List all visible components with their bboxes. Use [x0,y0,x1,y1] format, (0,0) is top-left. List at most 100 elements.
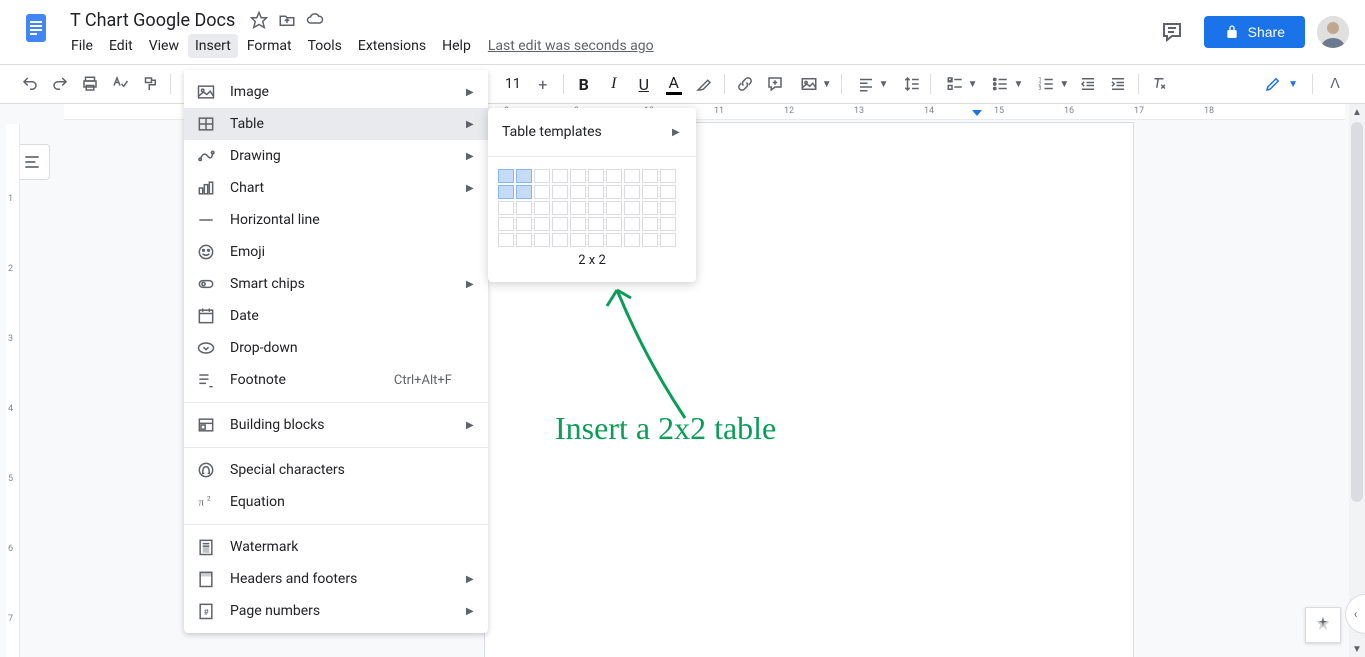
grid-cell[interactable] [552,185,568,199]
insert-headers-and-footers[interactable]: Headers and footers▶ [184,563,488,595]
menu-edit[interactable]: Edit [102,34,140,58]
numbered-list-button[interactable]: 123▼ [1028,72,1072,96]
menu-view[interactable]: View [142,34,186,58]
docs-logo[interactable] [16,8,56,48]
decrease-indent-button[interactable] [1074,70,1102,98]
grid-cell[interactable] [642,217,658,231]
insert-image-button[interactable]: ▼ [791,72,835,96]
align-button[interactable]: ▼ [848,72,892,96]
grid-cell[interactable] [570,217,586,231]
grid-cell[interactable] [642,201,658,215]
grid-cell[interactable] [588,185,604,199]
editing-mode-button[interactable]: ▼ [1258,71,1304,97]
share-button[interactable]: Share [1204,16,1305,48]
table-templates-item[interactable]: Table templates ▶ [488,114,696,150]
grid-cell[interactable] [498,169,514,183]
grid-cell[interactable] [498,185,514,199]
grid-cell[interactable] [570,233,586,247]
grid-cell[interactable] [642,185,658,199]
insert-special-characters[interactable]: Special characters [184,454,488,486]
grid-cell[interactable] [552,201,568,215]
scroll-up-arrow[interactable]: ▲ [1349,104,1365,120]
grid-cell[interactable] [552,169,568,183]
grid-cell[interactable] [534,169,550,183]
increase-indent-button[interactable] [1104,70,1132,98]
insert-smart-chips[interactable]: Smart chips▶ [184,268,488,300]
grid-cell[interactable] [624,217,640,231]
grid-cell[interactable] [660,201,676,215]
insert-horizontal-line[interactable]: Horizontal line [184,204,488,236]
menu-file[interactable]: File [64,34,100,58]
grid-cell[interactable] [624,233,640,247]
document-title[interactable]: T Chart Google Docs [64,8,241,33]
insert-drawing[interactable]: Drawing▶ [184,140,488,172]
grid-cell[interactable] [588,233,604,247]
grid-cell[interactable] [516,185,532,199]
grid-cell[interactable] [516,201,532,215]
insert-building-blocks[interactable]: Building blocks▶ [184,409,488,441]
grid-cell[interactable] [588,169,604,183]
insert-date[interactable]: Date [184,300,488,332]
redo-button[interactable] [46,70,74,98]
grid-cell[interactable] [606,233,622,247]
scroll-thumb[interactable] [1351,122,1363,502]
insert-table[interactable]: Table▶ [184,108,488,140]
grid-cell[interactable] [606,185,622,199]
insert-equation[interactable]: π2Equation [184,486,488,518]
grid-cell[interactable] [570,169,586,183]
grid-cell[interactable] [642,233,658,247]
grid-cell[interactable] [552,217,568,231]
grid-cell[interactable] [606,169,622,183]
grid-cell[interactable] [498,201,514,215]
menu-help[interactable]: Help [435,34,478,58]
insert-chart[interactable]: Chart▶ [184,172,488,204]
insert-link-button[interactable] [731,70,759,98]
grid-cell[interactable] [624,169,640,183]
grid-cell[interactable] [588,201,604,215]
line-spacing-button[interactable] [894,72,924,96]
bulleted-list-button[interactable]: ▼ [982,72,1026,96]
grid-cell[interactable] [570,185,586,199]
insert-watermark[interactable]: Watermark [184,531,488,563]
insert-emoji[interactable]: Emoji [184,236,488,268]
grid-cell[interactable] [534,233,550,247]
account-avatar[interactable] [1317,16,1349,48]
menu-insert[interactable]: Insert [188,34,238,58]
bold-button[interactable]: B [570,70,598,98]
grid-cell[interactable] [498,217,514,231]
grid-cell[interactable] [534,185,550,199]
insert-footnote[interactable]: FootnoteCtrl+Alt+F [184,364,488,396]
clear-formatting-button[interactable] [1145,70,1173,98]
hide-menus-button[interactable]: ᐱ [1321,70,1349,98]
table-size-grid[interactable]: 2 x 2 [488,163,696,276]
menu-extensions[interactable]: Extensions [351,34,433,58]
underline-button[interactable]: U [630,70,658,98]
grid-cell[interactable] [624,185,640,199]
grid-cell[interactable] [552,233,568,247]
grid-cell[interactable] [516,233,532,247]
grid-cell[interactable] [570,201,586,215]
grid-cell[interactable] [624,201,640,215]
insert-drop-down[interactable]: Drop-down [184,332,488,364]
last-edit-link[interactable]: Last edit was seconds ago [488,38,654,54]
print-button[interactable] [76,70,104,98]
spellcheck-button[interactable] [106,70,134,98]
grid-cell[interactable] [660,169,676,183]
menu-format[interactable]: Format [240,34,299,58]
grid-cell[interactable] [642,169,658,183]
font-size-value[interactable]: 11 [499,76,527,92]
grid-cell[interactable] [516,169,532,183]
cloud-status-icon[interactable] [305,10,325,30]
menu-tools[interactable]: Tools [301,34,349,58]
grid-cell[interactable] [534,201,550,215]
grid-cell[interactable] [588,217,604,231]
insert-image[interactable]: Image▶ [184,76,488,108]
explore-button[interactable] [1305,607,1341,643]
undo-button[interactable] [16,70,44,98]
grid-cell[interactable] [498,233,514,247]
grid-cell[interactable] [660,217,676,231]
highlight-button[interactable] [690,70,718,98]
comment-history-icon[interactable] [1152,12,1192,52]
paint-format-button[interactable] [136,70,164,98]
scroll-down-arrow[interactable]: ▼ [1349,641,1365,657]
